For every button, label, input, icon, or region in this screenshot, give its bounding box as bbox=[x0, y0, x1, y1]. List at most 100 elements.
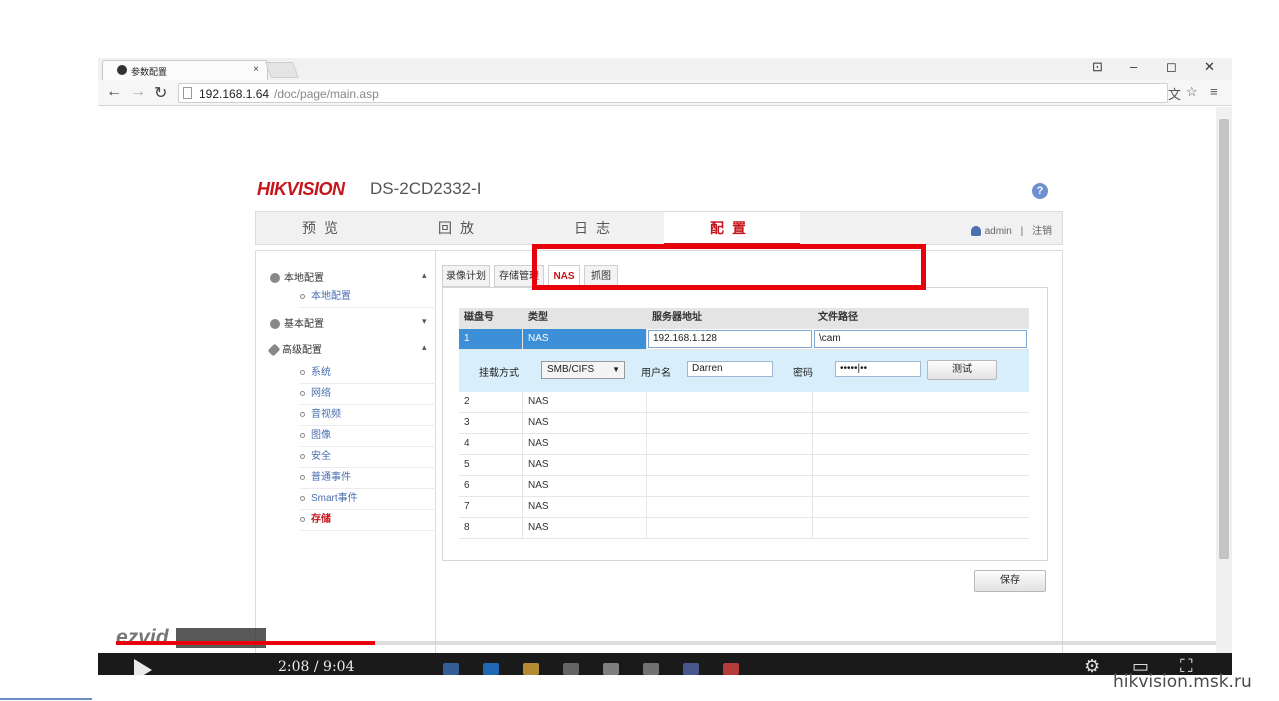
collapse-icon[interactable]: ▴ bbox=[422, 270, 427, 281]
nav-preview[interactable]: 预览 bbox=[256, 212, 392, 245]
bullet-icon bbox=[300, 516, 305, 522]
server-address-input[interactable]: 192.168.1.128 bbox=[648, 330, 812, 348]
cell-type: NAS bbox=[523, 455, 647, 475]
reload-icon[interactable]: ↻ bbox=[154, 83, 167, 103]
table-row[interactable]: 5 NAS bbox=[459, 455, 1029, 476]
cell-disk-no: 2 bbox=[459, 392, 523, 412]
taskbar-app-icon bbox=[683, 663, 699, 675]
header-type: 类型 bbox=[523, 308, 647, 328]
cell-type: NAS bbox=[523, 329, 647, 349]
ezvid-watermark: ezvid bbox=[104, 624, 268, 654]
tab-strip: 参数配置 × ⊡ – ◻ ✕ bbox=[98, 58, 1232, 80]
cell-type: NAS bbox=[523, 434, 647, 454]
test-button[interactable]: 测试 bbox=[927, 360, 997, 380]
tab-close-icon[interactable]: × bbox=[253, 64, 259, 75]
help-icon[interactable]: ? bbox=[1032, 183, 1048, 199]
sidebar-group-advanced[interactable]: 高级配置 ▴ bbox=[267, 341, 427, 357]
browser-tab[interactable]: 参数配置 × bbox=[102, 60, 268, 80]
cell-file-path bbox=[813, 497, 1029, 517]
cell-file-path bbox=[813, 413, 1029, 433]
page-scrollbar[interactable] bbox=[1216, 107, 1232, 675]
maximize-icon[interactable]: ◻ bbox=[1166, 59, 1177, 75]
minimize-icon[interactable]: – bbox=[1130, 59, 1137, 74]
forward-icon[interactable]: → bbox=[130, 83, 146, 101]
sidebar-group-local[interactable]: 本地配置 ▴ bbox=[270, 269, 427, 285]
cell-disk-no: 3 bbox=[459, 413, 523, 433]
sidebar-group-basic[interactable]: 基本配置 ▾ bbox=[270, 315, 427, 331]
username-input[interactable]: Darren bbox=[687, 361, 773, 377]
cell-file-path bbox=[813, 455, 1029, 475]
table-row[interactable]: 4 NAS bbox=[459, 434, 1029, 455]
menu-icon[interactable]: ≡ bbox=[1210, 84, 1218, 99]
corner-underline bbox=[0, 698, 92, 700]
cell-server-address bbox=[647, 413, 813, 433]
settings-gear-icon[interactable]: ⚙ bbox=[1084, 656, 1100, 675]
table-row[interactable]: 7 NAS bbox=[459, 497, 1029, 518]
video-progress-bar[interactable] bbox=[116, 641, 1216, 645]
mount-type-select[interactable]: SMB/CIFS ▼ bbox=[541, 361, 625, 379]
file-path-input[interactable]: \cam bbox=[814, 330, 1027, 348]
scrollbar-thumb[interactable] bbox=[1219, 119, 1229, 559]
play-icon[interactable] bbox=[134, 659, 152, 675]
video-frame: 参数配置 × ⊡ – ◻ ✕ ← → ↻ 192.168.1.64 /doc/p… bbox=[0, 0, 1279, 701]
nav-playback[interactable]: 回放 bbox=[392, 212, 528, 245]
password-input[interactable]: •••••|•• bbox=[835, 361, 921, 377]
main-nav: 预览 回放 日志 配置 admin | 注销 bbox=[255, 211, 1063, 245]
cell-file-path bbox=[813, 392, 1029, 412]
table-row[interactable]: 2 NAS bbox=[459, 392, 1029, 413]
favicon-icon bbox=[117, 65, 127, 75]
table-header: 磁盘号 类型 服务器地址 文件路径 bbox=[459, 308, 1029, 329]
logout-link[interactable]: 注销 bbox=[1032, 226, 1052, 237]
nav-configuration[interactable]: 配置 bbox=[664, 212, 800, 245]
cell-server-address bbox=[647, 434, 813, 454]
sidebar-item-smart-event[interactable]: Smart事件 bbox=[300, 490, 436, 510]
tab-title: 参数配置 bbox=[131, 67, 168, 77]
new-tab-button[interactable] bbox=[265, 62, 299, 78]
sidebar-item-network[interactable]: 网络 bbox=[300, 385, 436, 405]
bullet-icon bbox=[300, 411, 305, 417]
taskbar-app-icon bbox=[443, 663, 459, 675]
cell-file-path bbox=[813, 518, 1029, 538]
sidebar-item-image[interactable]: 图像 bbox=[300, 427, 436, 447]
taskbar-ie-icon bbox=[483, 663, 499, 675]
taskbar-chrome-icon bbox=[723, 663, 739, 675]
table-row[interactable]: 8 NAS bbox=[459, 518, 1029, 539]
sidebar-item-local-config[interactable]: 本地配置 bbox=[300, 288, 436, 308]
address-bar[interactable]: 192.168.1.64 /doc/page/main.asp bbox=[178, 83, 1168, 103]
close-window-icon[interactable]: ✕ bbox=[1204, 59, 1215, 75]
mount-type-label: 挂载方式 bbox=[479, 368, 519, 379]
table-row[interactable]: 6 NAS bbox=[459, 476, 1029, 497]
cell-file-path bbox=[813, 476, 1029, 496]
table-row-selected[interactable]: 1 NAS 192.168.1.128 \cam bbox=[459, 329, 1029, 350]
sidebar-item-storage[interactable]: 存储 bbox=[300, 511, 436, 531]
sidebar-item-security[interactable]: 安全 bbox=[300, 448, 436, 468]
user-box: admin | 注销 bbox=[970, 222, 1052, 237]
translate-icon[interactable]: 文 bbox=[1168, 84, 1181, 103]
nav-log[interactable]: 日志 bbox=[528, 212, 664, 245]
video-time: 2:08 / 9:04 bbox=[278, 659, 355, 675]
sidebar-item-system[interactable]: 系统 bbox=[300, 364, 436, 384]
expand-icon[interactable]: ▾ bbox=[422, 316, 427, 327]
browser-toolbar: ← → ↻ 192.168.1.64 /doc/page/main.asp 文 … bbox=[98, 80, 1232, 106]
back-icon[interactable]: ← bbox=[106, 83, 122, 101]
url-path: /doc/page/main.asp bbox=[274, 87, 379, 101]
collapse-icon[interactable]: ▴ bbox=[422, 342, 427, 353]
bullet-icon bbox=[300, 293, 305, 299]
cell-file-path bbox=[813, 434, 1029, 454]
url-host: 192.168.1.64 bbox=[199, 87, 270, 101]
save-button[interactable]: 保存 bbox=[974, 570, 1046, 592]
taskbar-app-icon bbox=[643, 663, 659, 675]
sidebar-item-basic-event[interactable]: 普通事件 bbox=[300, 469, 436, 489]
bullet-icon bbox=[300, 432, 305, 438]
tab-record-schedule[interactable]: 录像计划 bbox=[442, 265, 490, 287]
user-icon bbox=[970, 226, 981, 237]
sidebar-item-video-audio[interactable]: 音视频 bbox=[300, 406, 436, 426]
profile-icon[interactable]: ⊡ bbox=[1092, 59, 1103, 75]
cell-type: NAS bbox=[523, 392, 647, 412]
sidebar: 本地配置 ▴ 本地配置 基本配置 ▾ 高级配置 ▴ 系统 网络 音视频 图像 安… bbox=[256, 251, 436, 675]
table-row[interactable]: 3 NAS bbox=[459, 413, 1029, 434]
hikvision-logo: HIKVISION bbox=[257, 179, 345, 199]
bookmark-star-icon[interactable]: ☆ bbox=[1186, 84, 1198, 100]
password-label: 密码 bbox=[793, 368, 813, 379]
cell-disk-no: 7 bbox=[459, 497, 523, 517]
